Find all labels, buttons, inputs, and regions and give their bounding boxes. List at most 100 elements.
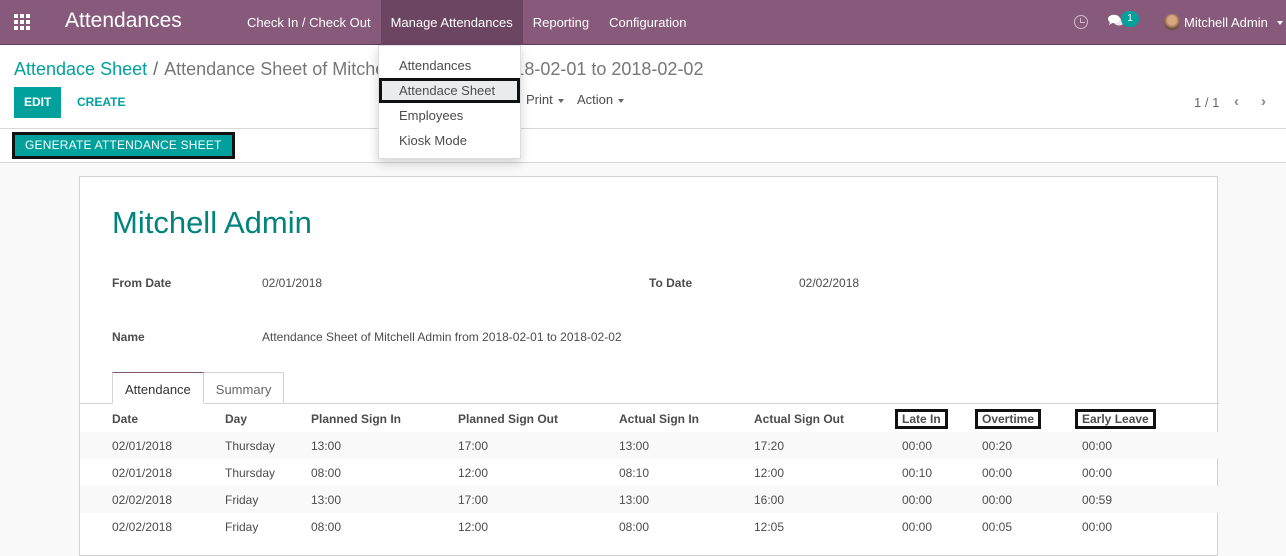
cell-actual-sign-out: 12:05 (754, 519, 785, 534)
column-header-day[interactable]: Day (225, 405, 311, 432)
form-sheet: Mitchell Admin From Date 02/01/2018 To D… (79, 176, 1219, 556)
employee-name: Mitchell Admin (112, 205, 312, 240)
from-date-label: From Date (112, 276, 172, 290)
pager-next-button[interactable]: › (1261, 93, 1266, 110)
to-date-label: To Date (649, 276, 693, 290)
table-row[interactable]: 02/01/2018 Thursday 13:00 17:00 13:00 17:20 00… (80, 432, 1219, 459)
column-header-late-in[interactable]: Late In (895, 405, 982, 432)
notebook-tabs: Attendance Summary (112, 372, 285, 404)
cell-planned-sign-out: 17:00 (458, 432, 619, 459)
dropdown-item-employees[interactable]: Employees (379, 103, 520, 128)
main-menu: Check In / Check Out Manage Attendances … (237, 0, 696, 45)
dropdown-item-kiosk-mode[interactable]: Kiosk Mode (379, 128, 520, 153)
menu-reporting[interactable]: Reporting (523, 0, 599, 45)
cell-actual-sign-out: 12:00 (754, 465, 785, 480)
table-header-row: Date Day Planned Sign In Planned Sign Ou… (80, 405, 1219, 432)
cell-planned-sign-out: 12:00 (458, 465, 489, 480)
cell-planned-sign-in: 08:00 (311, 519, 342, 534)
table-body: 02/01/2018 Thursday 13:00 17:00 13:00 17:20 00… (80, 432, 1219, 540)
generate-attendance-sheet-button[interactable]: GENERATE ATTENDANCE SHEET (12, 132, 235, 159)
action-dropdown[interactable]: Action (577, 92, 625, 107)
attendance-table: Date Day Planned Sign In Planned Sign Ou… (80, 405, 1219, 540)
menu-configuration[interactable]: Configuration (599, 0, 696, 45)
cell-early-leave: 00:00 (1082, 432, 1219, 459)
cell-actual-sign-in: 13:00 (619, 486, 754, 513)
tab-summary[interactable]: Summary (203, 372, 285, 404)
to-date-value: 02/02/2018 (799, 276, 860, 290)
top-navbar: Attendances Check In / Check Out Manage … (0, 0, 1286, 45)
cell-overtime: 00:20 (982, 432, 1082, 459)
name-label: Name (112, 330, 145, 344)
cell-late-in: 00:00 (902, 432, 982, 459)
cell-day: Thursday (225, 432, 311, 459)
divider (0, 128, 1286, 129)
name-value: Attendance Sheet of Mitchell Admin from … (262, 330, 622, 344)
pager-value: 1 / 1 (1194, 95, 1220, 110)
cell-actual-sign-in: 08:10 (619, 465, 650, 480)
cell-overtime: 00:00 (982, 465, 1013, 480)
cell-date: 02/02/2018 (112, 519, 173, 534)
apps-grid-icon[interactable] (14, 14, 32, 30)
column-header-planned-sign-in[interactable]: Planned Sign In (311, 405, 458, 432)
cell-actual-sign-in: 13:00 (619, 432, 754, 459)
cell-overtime: 00:05 (982, 519, 1013, 534)
cell-late-in: 00:00 (902, 519, 933, 534)
tab-attendance[interactable]: Attendance (112, 372, 204, 404)
cell-planned-sign-in: 13:00 (311, 432, 458, 459)
pager-previous-button[interactable]: ‹ (1234, 93, 1239, 110)
cell-day: Thursday (225, 465, 276, 480)
late-in-highlight: Late In (895, 408, 948, 429)
caret-down-icon (557, 98, 564, 103)
messages-count-badge: 1 (1121, 11, 1139, 27)
user-avatar[interactable] (1164, 14, 1180, 30)
early-leave-highlight: Early Leave (1075, 408, 1156, 429)
control-panel: Attendace Sheet / Attendance Sheet of Mitc… (0, 46, 1286, 163)
cell-actual-sign-out: 17:20 (754, 432, 902, 459)
clock-icon[interactable] (1074, 15, 1088, 29)
cell-planned-sign-in: 13:00 (311, 486, 458, 513)
cell-early-leave: 00:59 (1082, 486, 1219, 513)
edit-button[interactable]: EDIT (14, 87, 62, 118)
create-button[interactable]: CREATE (67, 87, 135, 118)
column-header-actual-sign-in[interactable]: Actual Sign In (619, 405, 754, 432)
column-header-date[interactable]: Date (80, 405, 225, 432)
dropdown-item-attendance-sheet[interactable]: Attendace Sheet (379, 78, 520, 103)
print-label: Print (526, 92, 553, 107)
overtime-highlight: Overtime (975, 408, 1042, 429)
manage-attendances-dropdown: Attendances Attendace Sheet Employees Ki… (378, 45, 521, 159)
cell-date: 02/01/2018 (112, 465, 173, 480)
column-header-early-leave[interactable]: Early Leave (1075, 405, 1219, 432)
cell-day: Friday (225, 519, 259, 534)
dropdown-item-attendances[interactable]: Attendances (379, 53, 520, 78)
cell-planned-sign-out: 17:00 (458, 486, 619, 513)
cell-early-leave: 00:00 (1082, 519, 1113, 534)
breadcrumb: Attendace Sheet / Attendance Sheet of Mitc… (14, 59, 703, 80)
cell-late-in: 00:10 (902, 465, 933, 480)
breadcrumb-parent[interactable]: Attendace Sheet (14, 59, 147, 79)
from-date-value: 02/01/2018 (262, 276, 323, 290)
user-menu[interactable]: Mitchell Admin (1184, 0, 1268, 45)
column-header-overtime[interactable]: Overtime (975, 405, 1082, 432)
tab-divider (80, 403, 1219, 404)
cell-date: 02/01/2018 (80, 432, 225, 459)
print-dropdown[interactable]: Print (526, 92, 564, 107)
menu-manage-attendances[interactable]: Manage Attendances (380, 0, 523, 45)
cell-overtime: 00:00 (982, 486, 1082, 513)
table-row[interactable]: 02/02/2018 Friday 13:00 17:00 13:00 16:00 00:0… (80, 486, 1219, 513)
cell-planned-sign-out: 12:00 (458, 519, 489, 534)
table-row[interactable]: 02/01/2018 Thursday 08:00 12:00 08:10 12:00 00… (80, 459, 1219, 486)
breadcrumb-separator: / (153, 59, 159, 79)
app-title: Attendances (65, 9, 182, 32)
column-header-planned-sign-out[interactable]: Planned Sign Out (458, 405, 619, 432)
menu-check-in-out[interactable]: Check In / Check Out (237, 0, 381, 45)
action-label: Action (577, 92, 614, 107)
cell-actual-sign-out: 16:00 (754, 486, 902, 513)
cell-actual-sign-in: 08:00 (619, 519, 650, 534)
cell-planned-sign-in: 08:00 (311, 465, 342, 480)
table-row[interactable]: 02/02/2018 Friday 08:00 12:00 08:00 12:05 00:0… (80, 513, 1219, 540)
cell-late-in: 00:00 (902, 486, 982, 513)
column-header-actual-sign-out[interactable]: Actual Sign Out (754, 405, 902, 432)
caret-down-icon (618, 98, 625, 103)
cell-early-leave: 00:00 (1082, 465, 1113, 480)
caret-down-icon (1277, 21, 1283, 25)
